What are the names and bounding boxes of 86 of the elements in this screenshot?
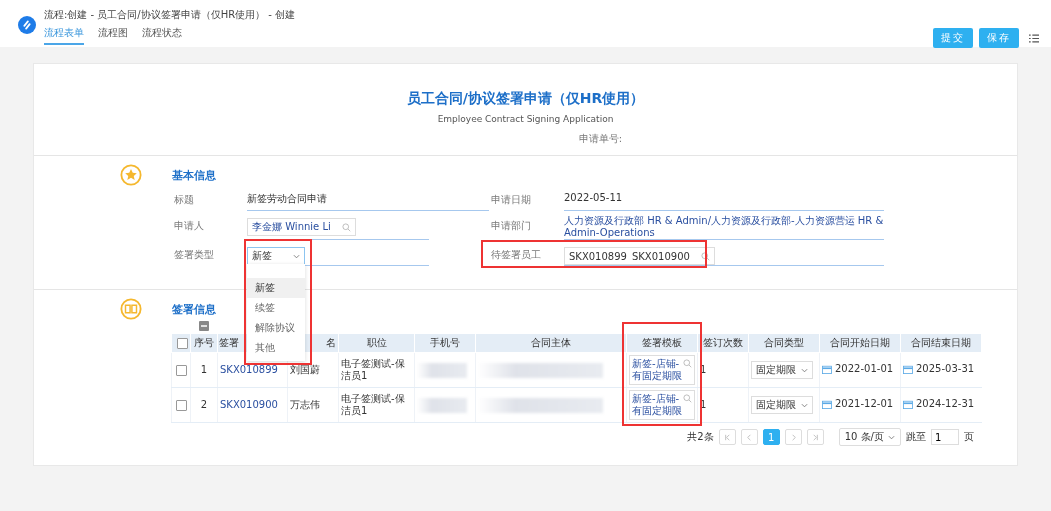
tab[interactable]: 流程状态 <box>142 25 182 45</box>
calendar-icon[interactable] <box>903 399 913 409</box>
caret-icon <box>801 367 808 373</box>
column-header: 签署模板 <box>642 337 682 348</box>
next-page-button[interactable] <box>784 429 802 445</box>
collapse-button[interactable] <box>199 321 209 331</box>
window-title: 流程:创建 - 员工合同/协议签署申请（仅HR使用） - 创建 <box>44 8 296 22</box>
first-page-button[interactable] <box>718 429 736 445</box>
redacted-field <box>417 362 467 378</box>
jump-label: 跳至 <box>906 430 926 444</box>
row-checkbox[interactable] <box>176 399 187 411</box>
dropdown-option[interactable]: 其他 <box>247 338 305 358</box>
employee-tag: SKX010899 <box>569 250 627 262</box>
column-header: 职位 <box>366 337 387 348</box>
contract-type-select[interactable]: 固定期限 <box>751 361 813 379</box>
table-cell: 刘国蔚 <box>290 364 320 375</box>
chevron-left-icon <box>744 432 754 442</box>
applicant-field[interactable]: 李金娜 Winnie Li <box>247 218 356 236</box>
page-input[interactable]: 1 <box>931 429 959 445</box>
caret-icon <box>293 253 300 259</box>
total-count: 共2条 <box>687 430 714 444</box>
column-header: 合同主体 <box>531 337 571 348</box>
field-label: 标题 <box>173 193 195 207</box>
last-page-icon <box>810 432 820 442</box>
first-page-icon <box>722 432 732 442</box>
table-cell: 电子签测试-保洁员1 <box>341 393 405 416</box>
dropdown-option[interactable]: 新签 <box>247 278 305 298</box>
app-logo-icon <box>18 16 36 34</box>
field-label: 申请单号: <box>578 132 622 146</box>
table-cell: 1 <box>200 364 208 375</box>
employee-link[interactable]: SKX010899 <box>220 364 278 375</box>
field-label: 签署类型 <box>173 248 215 262</box>
dropdown-option[interactable]: 解除协议 <box>247 318 305 338</box>
form-subtitle: Employee Contract Signing Application <box>437 114 614 124</box>
search-icon[interactable] <box>683 359 692 368</box>
form-title: 员工合同/协议签署申请（仅HR使用） <box>406 90 645 108</box>
dropdown-option[interactable]: 续签 <box>247 298 305 318</box>
template-field[interactable]: 新签-店铺-有固定期限 <box>629 390 695 420</box>
date-field[interactable]: 2022-05-11 <box>564 189 884 211</box>
row-checkbox[interactable] <box>176 364 187 376</box>
field-label: 申请人 <box>173 219 205 233</box>
column-header: 合同结束日期 <box>911 337 971 348</box>
search-icon[interactable] <box>683 394 692 403</box>
section-heading: 基本信息 <box>172 169 216 183</box>
tab[interactable]: 流程图 <box>98 25 128 45</box>
last-page-button[interactable] <box>806 429 824 445</box>
department-field[interactable]: 人力资源及行政部 HR & Admin/人力资源及行政部-人力资源营运 HR & Admin-Operations <box>564 215 884 240</box>
section-heading: 签署信息 <box>172 303 216 317</box>
column-header: 签署 <box>219 337 239 348</box>
column-header: 签订次数 <box>703 337 743 348</box>
page-unit: 页 <box>964 430 974 444</box>
field-label: 申请部门 <box>490 219 532 233</box>
select-all-checkbox[interactable] <box>176 337 188 349</box>
column-header: 序号 <box>194 337 214 348</box>
template-field[interactable]: 新签-店铺-有固定期限 <box>629 355 695 385</box>
search-icon[interactable] <box>341 222 351 232</box>
menu-icon[interactable] <box>1029 33 1039 43</box>
date-value: 2024-12-31 <box>916 398 975 411</box>
caret-icon <box>801 402 808 408</box>
contract-type-select[interactable]: 固定期限 <box>751 396 813 414</box>
table-cell: 2 <box>200 399 208 410</box>
calendar-icon[interactable] <box>822 399 832 409</box>
table-cell: 电子签测试-保洁员1 <box>341 358 405 381</box>
field-label: 待签署员工 <box>491 249 541 260</box>
redacted-field <box>417 397 467 413</box>
employee-link[interactable]: SKX010900 <box>220 399 278 410</box>
date-value: 2022-01-01 <box>835 363 894 376</box>
date-value: 2025-03-31 <box>916 363 975 376</box>
caret-icon <box>888 434 895 440</box>
column-header: 合同类型 <box>764 337 804 348</box>
column-header: 合同开始日期 <box>830 337 890 348</box>
employees-field[interactable]: SKX010899 SKX010900 <box>564 247 715 265</box>
column-header: 手机号 <box>430 337 460 348</box>
page-size-select[interactable]: 10 条/页 <box>838 428 901 446</box>
previous-page-button[interactable] <box>740 429 758 445</box>
type-select[interactable]: 新签 <box>247 247 305 265</box>
calendar-icon[interactable] <box>903 364 913 374</box>
column-header: 名 <box>326 337 336 348</box>
field-label: 申请日期 <box>490 193 532 207</box>
calendar-icon[interactable] <box>822 364 832 374</box>
employee-tag: SKX010900 <box>631 250 690 262</box>
book-icon <box>120 298 142 320</box>
date-value: 2021-12-01 <box>835 398 894 411</box>
title-field[interactable]: 新签劳动合同申请 <box>247 189 489 211</box>
table-cell: 万志伟 <box>290 399 320 410</box>
search-icon[interactable] <box>700 251 710 261</box>
